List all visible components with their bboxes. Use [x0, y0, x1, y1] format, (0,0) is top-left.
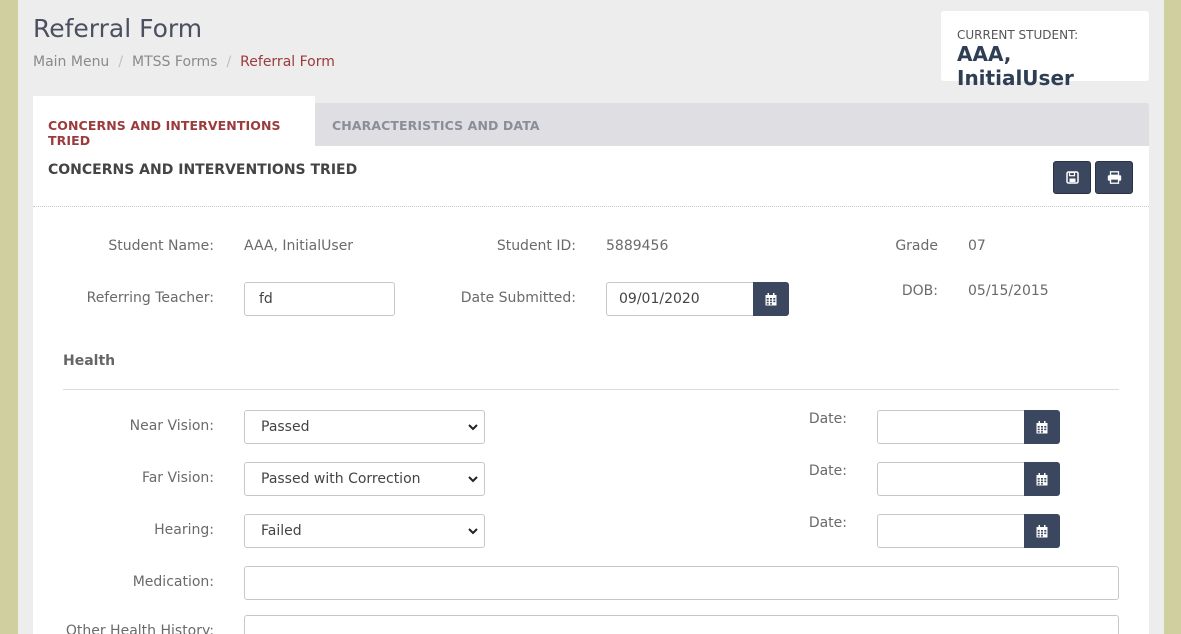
dob-value: 05/15/2015 [968, 283, 1049, 299]
student-id-value: 5889456 [606, 238, 669, 254]
page-title: Referral Form [33, 14, 203, 43]
breadcrumb: Main Menu / MTSS Forms / Referral Form [33, 54, 335, 70]
page: Referral Form Main Menu / MTSS Forms / Refer… [18, 0, 1164, 634]
current-student-name: AAA, InitialUser [957, 42, 1074, 90]
near-vision-value: Passed [261, 419, 310, 435]
far-vision-date-group [877, 462, 1060, 496]
far-vision-value: Passed with Correction [261, 471, 421, 487]
near-vision-date-label: Date: [808, 411, 847, 427]
other-health-history-label: Other Health History: [65, 623, 214, 634]
grade-label: Grade [895, 238, 938, 254]
far-vision-date-label: Date: [808, 463, 847, 479]
near-vision-label: Near Vision: [129, 418, 214, 434]
breadcrumb-mtss-forms[interactable]: MTSS Forms [132, 54, 217, 70]
health-divider [63, 389, 1119, 390]
panel-title: CONCERNS AND INTERVENTIONS TRIED [48, 162, 358, 178]
referring-teacher-input[interactable]: fd [244, 282, 395, 316]
far-vision-date-input[interactable] [877, 462, 1024, 496]
calendar-icon [1036, 524, 1048, 537]
health-section-title: Health [63, 353, 116, 369]
form-panel: CONCERNS AND INTERVENTIONS TRIED Student… [33, 146, 1149, 634]
hearing-label: Hearing: [154, 522, 214, 538]
save-icon [1065, 171, 1079, 184]
far-vision-label: Far Vision: [141, 470, 214, 486]
hearing-calendar-button[interactable] [1024, 514, 1060, 548]
calendar-icon [1036, 472, 1048, 485]
chevron-down-icon [468, 528, 478, 535]
header-divider [33, 206, 1149, 207]
other-health-history-input[interactable] [244, 615, 1119, 634]
far-vision-calendar-button[interactable] [1024, 462, 1060, 496]
student-id-label: Student ID: [496, 238, 576, 254]
save-button[interactable] [1053, 161, 1091, 194]
current-student-label: CURRENT STUDENT: [957, 28, 1079, 42]
date-submitted-group: 09/01/2020 [606, 282, 789, 316]
date-submitted-calendar-button[interactable] [753, 282, 789, 316]
calendar-icon [765, 292, 777, 305]
hearing-date-group [877, 514, 1060, 548]
medication-input[interactable] [244, 566, 1119, 600]
student-name-value: AAA, InitialUser [244, 238, 354, 254]
hearing-date-label: Date: [808, 515, 847, 531]
medication-label: Medication: [132, 574, 214, 590]
date-submitted-label: Date Submitted: [460, 290, 576, 306]
far-vision-select[interactable]: Passed with Correction [244, 462, 485, 496]
tabs-bar: CONCERNS AND INTERVENTIONS TRIED CHARACT… [33, 96, 1149, 148]
referring-teacher-label: Referring Teacher: [86, 290, 214, 306]
breadcrumb-referral-form: Referral Form [240, 54, 335, 70]
near-vision-date-group [877, 410, 1060, 444]
tab-characteristics-and-data[interactable]: CHARACTERISTICS AND DATA [332, 103, 540, 146]
grade-value: 07 [968, 238, 986, 254]
chevron-down-icon [468, 476, 478, 483]
near-vision-select[interactable]: Passed [244, 410, 485, 444]
hearing-value: Failed [261, 523, 302, 539]
near-vision-date-input[interactable] [877, 410, 1024, 444]
current-student-card: CURRENT STUDENT: AAA, InitialUser [941, 11, 1149, 90]
near-vision-calendar-button[interactable] [1024, 410, 1060, 444]
student-name-label: Student Name: [108, 238, 214, 254]
print-button[interactable] [1095, 161, 1133, 194]
calendar-icon [1036, 420, 1048, 433]
hearing-select[interactable]: Failed [244, 514, 485, 548]
print-icon [1107, 171, 1121, 184]
hearing-date-input[interactable] [877, 514, 1024, 548]
date-submitted-input[interactable]: 09/01/2020 [606, 282, 753, 316]
dob-label: DOB: [901, 283, 938, 299]
chevron-down-icon [468, 424, 478, 431]
breadcrumb-main-menu[interactable]: Main Menu [33, 54, 109, 70]
tab-concerns-and-interventions[interactable]: CONCERNS AND INTERVENTIONS TRIED [33, 96, 315, 148]
